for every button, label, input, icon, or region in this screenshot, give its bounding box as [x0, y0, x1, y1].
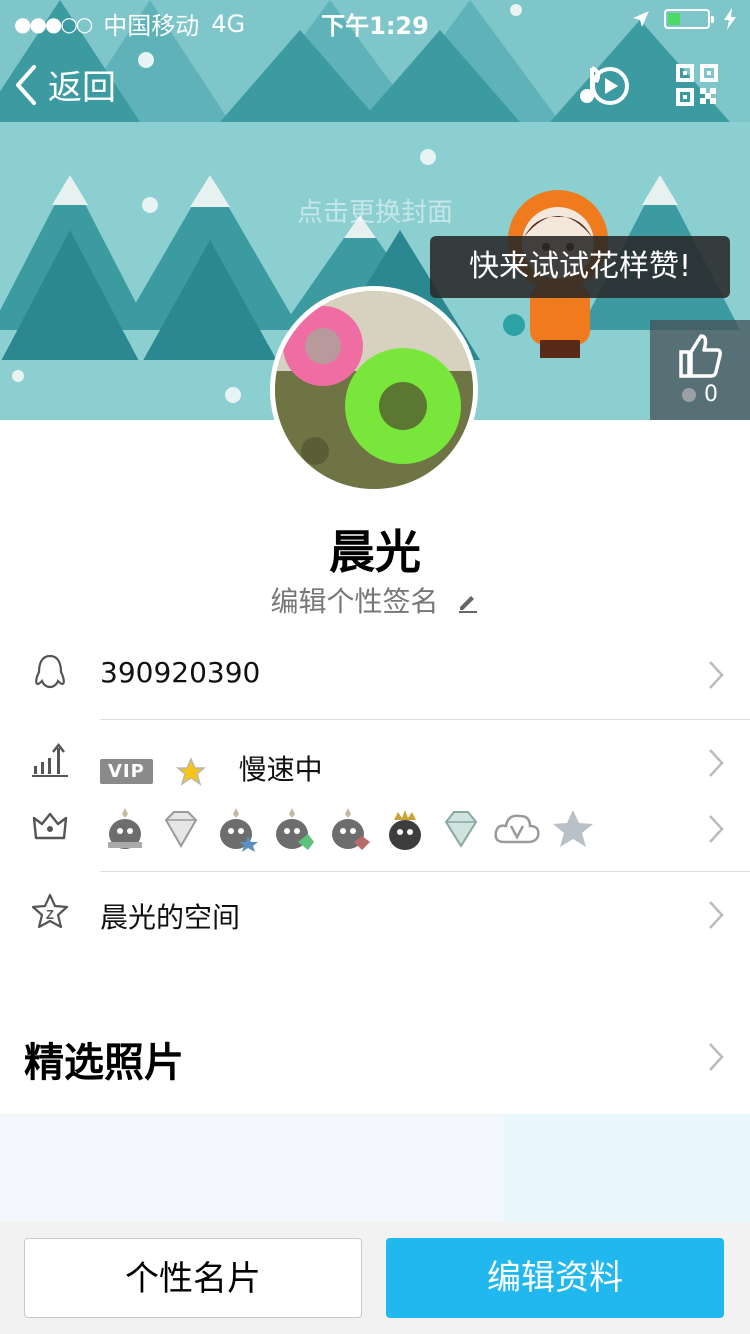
crown-penguin-badge-icon [389, 810, 421, 850]
chevron-right-icon [709, 749, 724, 777]
cloud-v-badge-icon [494, 814, 540, 844]
back-label: 返回 [48, 68, 116, 108]
avatar-photo-swim-rings [275, 291, 473, 489]
diamond-badge-icon [164, 811, 198, 849]
profile-card-button[interactable]: 个性名片 [24, 1238, 362, 1318]
like-button[interactable]: 0 [650, 320, 750, 420]
chevron-right-icon [709, 901, 724, 929]
crown-icon [32, 812, 68, 840]
penguin-blue-badge-icon [220, 808, 258, 852]
edit-signature-link[interactable]: 编辑个性签名 [0, 580, 750, 620]
badges-row[interactable] [0, 786, 750, 874]
avatar[interactable] [270, 286, 478, 494]
charging-icon [724, 8, 736, 30]
diamond-green-badge-icon [444, 811, 478, 848]
thumbs-up-icon [679, 334, 722, 378]
penguin-red-badge-icon [332, 808, 370, 850]
vip-info: VIP 慢速中 [100, 748, 323, 788]
penguin-green-badge-icon [276, 808, 314, 850]
status-bar: ●●●○○ 中国移动 4G 下午1:29 [0, 0, 750, 40]
chevron-right-icon [709, 661, 724, 689]
penguin-badge-icon [108, 808, 142, 849]
profile-name: 晨光 [329, 525, 421, 579]
qr-code-icon[interactable] [676, 64, 718, 106]
bottom-action-bar: 个性名片 编辑资料 [0, 1222, 750, 1334]
like-count-wrap: 0 [650, 382, 750, 407]
change-cover-hint: 点击更换封面 [296, 198, 453, 228]
pencil-icon [459, 596, 478, 613]
location-arrow-icon [633, 11, 649, 27]
qzone-row[interactable]: Z 晨光的空间 [0, 872, 750, 960]
music-play-icon[interactable] [578, 60, 630, 110]
featured-photos-strip[interactable] [0, 1114, 750, 1234]
edit-profile-button[interactable]: 编辑资料 [386, 1238, 724, 1318]
qq-penguin-icon [35, 654, 65, 689]
star-level-icon [175, 757, 206, 786]
svg-text:Z: Z [46, 907, 54, 922]
like-dot-icon [682, 388, 696, 402]
try-likes-tooltip[interactable]: 快来试试花样赞! [430, 236, 730, 298]
chevron-left-icon [16, 64, 36, 105]
star-badge-icon [553, 810, 593, 847]
chevron-right-icon[interactable] [708, 1042, 724, 1072]
photo-thumbnail[interactable] [504, 1114, 750, 1234]
qq-number-row[interactable]: 390920390 [0, 632, 750, 720]
level-chart-icon [32, 742, 68, 777]
qzone-star-icon: Z [31, 893, 69, 929]
nav-bar: 返回 [0, 44, 750, 124]
back-button[interactable]: 返回 [14, 60, 116, 109]
qq-number: 390920390 [100, 656, 261, 689]
signature-text: 编辑个性签名 [270, 585, 439, 618]
like-count: 0 [704, 382, 718, 407]
vip-tag: VIP [100, 759, 153, 784]
badge-list [100, 804, 598, 854]
qzone-label: 晨光的空间 [100, 901, 241, 934]
battery-icon [664, 9, 714, 29]
chevron-right-icon [709, 815, 724, 843]
featured-photos-title[interactable]: 精选照片 [24, 1030, 184, 1088]
speed-status: 慢速中 [238, 753, 323, 786]
